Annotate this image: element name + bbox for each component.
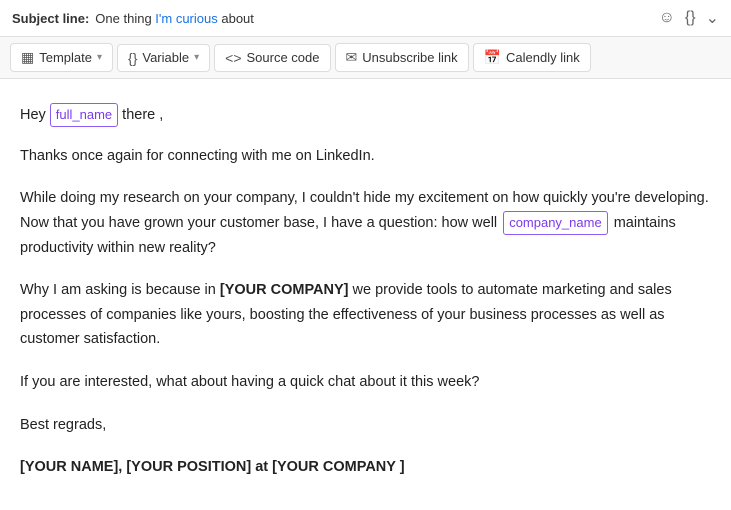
variable-label: Variable: [142, 50, 189, 65]
paragraph-1: Thanks once again for connecting with me…: [20, 144, 711, 169]
calendly-label: Calendly link: [506, 50, 580, 65]
para3-text-1: Why I am asking is because in: [20, 282, 220, 298]
unsubscribe-icon: ✉: [346, 49, 358, 66]
subject-label: Subject line:: [12, 11, 89, 26]
paragraph-4: If you are interested, what about having…: [20, 370, 711, 395]
email-body: Hey full_name there , Thanks once again …: [0, 79, 731, 500]
source-code-icon: <>: [225, 50, 241, 66]
template-button[interactable]: ▦ Template ▾: [10, 43, 113, 72]
company-name-variable[interactable]: company_name: [503, 211, 608, 235]
source-code-button[interactable]: <> Source code: [214, 44, 330, 72]
emoji-icon[interactable]: ☺: [659, 9, 675, 27]
calendly-icon: 📅: [484, 49, 501, 66]
toolbar: ▦ Template ▾ {} Variable ▾ <> Source cod…: [0, 37, 731, 79]
paragraph-3: Why I am asking is because in [YOUR COMP…: [20, 278, 711, 352]
variable-button[interactable]: {} Variable ▾: [117, 44, 210, 72]
greeting-suffix: there ,: [122, 103, 163, 128]
paragraph-2: While doing my research on your company,…: [20, 186, 711, 260]
subject-text-one: One thing: [95, 11, 155, 26]
curly-braces-icon[interactable]: {}: [685, 9, 696, 27]
para5-text: Best regrads,: [20, 417, 106, 433]
template-label: Template: [39, 50, 92, 65]
variable-chevron: ▾: [194, 52, 199, 63]
subject-bar: Subject line: One thing I'm curious abou…: [0, 0, 731, 37]
unsubscribe-button[interactable]: ✉ Unsubscribe link: [335, 43, 469, 72]
para4-text: If you are interested, what about having…: [20, 374, 479, 390]
para3-bold: [YOUR COMPANY]: [220, 282, 349, 298]
subject-text-three: about: [218, 11, 254, 26]
template-icon: ▦: [21, 49, 34, 66]
signature-text: [YOUR NAME], [YOUR POSITION] at [YOUR CO…: [20, 459, 405, 475]
greeting-prefix: Hey: [20, 103, 46, 128]
calendly-button[interactable]: 📅 Calendly link: [473, 43, 591, 72]
greeting-line: Hey full_name there ,: [20, 103, 711, 128]
unsubscribe-label: Unsubscribe link: [362, 50, 457, 65]
template-chevron: ▾: [97, 52, 102, 63]
subject-text: One thing I'm curious about: [95, 11, 254, 26]
variable-icon: {}: [128, 50, 137, 66]
signature: [YOUR NAME], [YOUR POSITION] at [YOUR CO…: [20, 455, 711, 480]
subject-text-two: I'm curious: [155, 11, 217, 26]
chevron-down-icon[interactable]: ⌄: [706, 8, 719, 28]
paragraph-5: Best regrads,: [20, 413, 711, 438]
full-name-variable[interactable]: full_name: [50, 103, 118, 127]
source-code-label: Source code: [247, 50, 320, 65]
para1-text: Thanks once again for connecting with me…: [20, 148, 375, 164]
subject-icons: ☺ {} ⌄: [659, 8, 719, 28]
